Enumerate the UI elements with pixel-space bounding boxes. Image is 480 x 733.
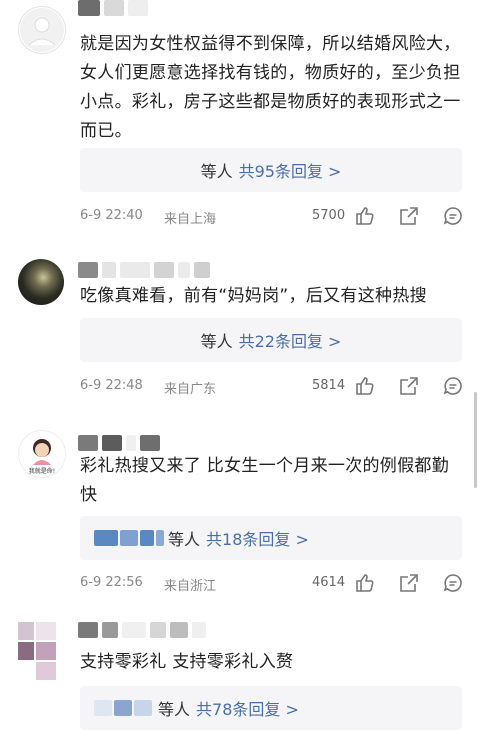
reply-prefix: 等人 [200,162,233,181]
location: 来自上海 [164,212,217,227]
comment-icon[interactable] [442,205,464,227]
location: 来自浙江 [164,579,217,594]
like-icon[interactable] [354,572,376,594]
comment-text: 彩礼热搜又来了 比女生一个月来一次的例假都勤快 [80,456,450,505]
reply-summary[interactable]: 等人 共18条回复 > [80,516,462,560]
username-blurred[interactable] [78,435,160,451]
avatar-blurred[interactable] [18,622,60,680]
like-count: 4614 [312,575,346,590]
reply-count-link[interactable]: 共18条回复 > [206,526,309,550]
comment-text: 吃像真难看，前有“妈妈岗”，后又有这种热搜 [80,286,427,306]
timestamp: 6-9 22:56 [80,575,143,590]
comment-text: 就是因为女性权益得不到保障，所以结婚风险大，女人们更愿意选择找有钱的，物质好的，… [80,34,461,141]
blurred-replier [94,700,152,716]
username-blurred[interactable] [78,622,206,638]
reply-prefix: 等人 [158,700,191,719]
share-icon[interactable] [398,205,420,227]
share-icon[interactable] [398,572,420,594]
reply-summary[interactable]: 等人 共95条回复 > [80,148,462,192]
comment-icon[interactable] [442,375,464,397]
like-count: 5700 [312,208,346,223]
username-blurred[interactable] [78,262,210,278]
reply-count-link[interactable]: 共78条回复 > [196,696,299,720]
reply-prefix: 等人 [168,530,201,549]
scrollbar[interactable] [474,392,477,488]
reply-count-link[interactable]: 共22条回复 > [239,328,342,352]
location: 来自广东 [164,382,217,397]
like-count: 5814 [312,378,346,393]
comment-meta: 6-9 22:40 来自上海 5700 [80,205,465,227]
comment-meta: 6-9 22:56 来自浙江 4614 [80,572,465,594]
comment-meta: 6-9 22:48 来自广东 5814 [80,375,465,397]
avatar[interactable] [18,259,64,305]
avatar[interactable]: 我就是命! [18,430,66,478]
username-blurred[interactable] [78,0,148,16]
timestamp: 6-9 22:48 [80,378,143,393]
comment-text: 支持零彩礼 支持零彩礼入赘 [80,652,294,672]
comment-icon[interactable] [442,572,464,594]
like-icon[interactable] [354,375,376,397]
share-icon[interactable] [398,375,420,397]
avatar[interactable] [18,6,66,54]
blurred-replier [94,530,164,546]
reply-count-link[interactable]: 共95条回复 > [239,158,342,182]
reply-summary[interactable]: 等人 共22条回复 > [80,318,462,362]
reply-prefix: 等人 [200,332,233,351]
timestamp: 6-9 22:40 [80,208,143,223]
avatar-caption: 我就是命! [29,467,55,475]
reply-summary[interactable]: 等人 共78条回复 > [80,686,462,730]
like-icon[interactable] [354,205,376,227]
